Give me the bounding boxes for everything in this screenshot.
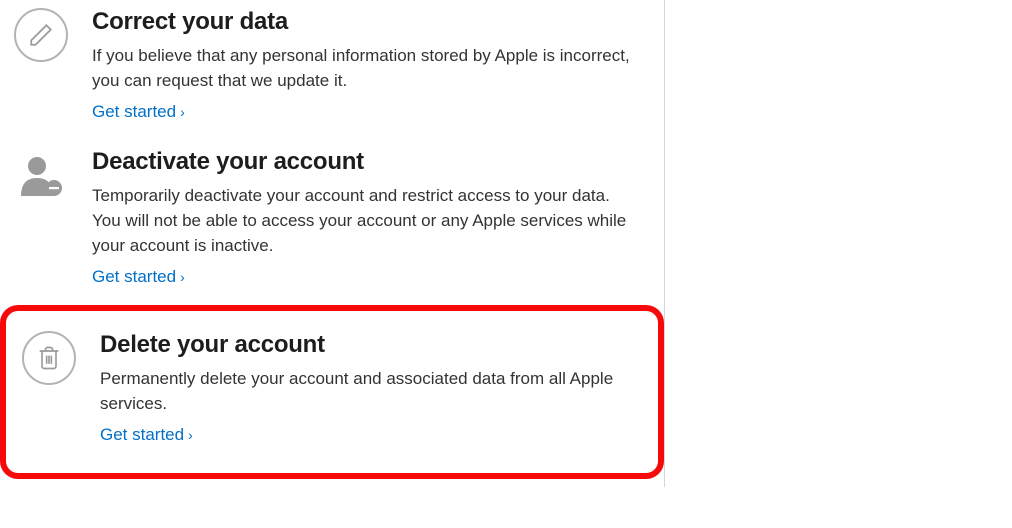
option-content: Correct your data If you believe that an… <box>92 8 650 122</box>
option-description: Temporarily deactivate your account and … <box>92 184 632 259</box>
icon-cell <box>14 8 92 122</box>
get-started-link-deactivate[interactable]: Get started › <box>92 267 185 287</box>
link-text: Get started <box>92 267 176 287</box>
option-correct-data: Correct your data If you believe that an… <box>0 0 664 140</box>
option-content: Deactivate your account Temporarily deac… <box>92 148 650 287</box>
get-started-link-delete[interactable]: Get started › <box>100 425 193 445</box>
link-text: Get started <box>92 102 176 122</box>
icon-cell <box>22 331 100 445</box>
option-deactivate-account: Deactivate your account Temporarily deac… <box>0 140 664 305</box>
highlight-box: Delete your account Permanently delete y… <box>0 305 664 479</box>
option-description: If you believe that any personal informa… <box>92 44 632 94</box>
option-content: Delete your account Permanently delete y… <box>100 331 642 445</box>
pencil-icon <box>14 8 68 62</box>
option-title: Correct your data <box>92 8 650 36</box>
person-minus-icon <box>14 148 68 202</box>
option-delete-account: Delete your account Permanently delete y… <box>14 331 650 445</box>
link-text: Get started <box>100 425 184 445</box>
icon-cell <box>14 148 92 287</box>
option-title: Deactivate your account <box>92 148 650 176</box>
get-started-link-correct[interactable]: Get started › <box>92 102 185 122</box>
chevron-right-icon: › <box>180 104 185 120</box>
chevron-right-icon: › <box>180 269 185 285</box>
option-description: Permanently delete your account and asso… <box>100 367 640 417</box>
trash-icon <box>22 331 76 385</box>
privacy-options-container: Correct your data If you believe that an… <box>0 0 665 487</box>
option-title: Delete your account <box>100 331 642 359</box>
chevron-right-icon: › <box>188 427 193 443</box>
